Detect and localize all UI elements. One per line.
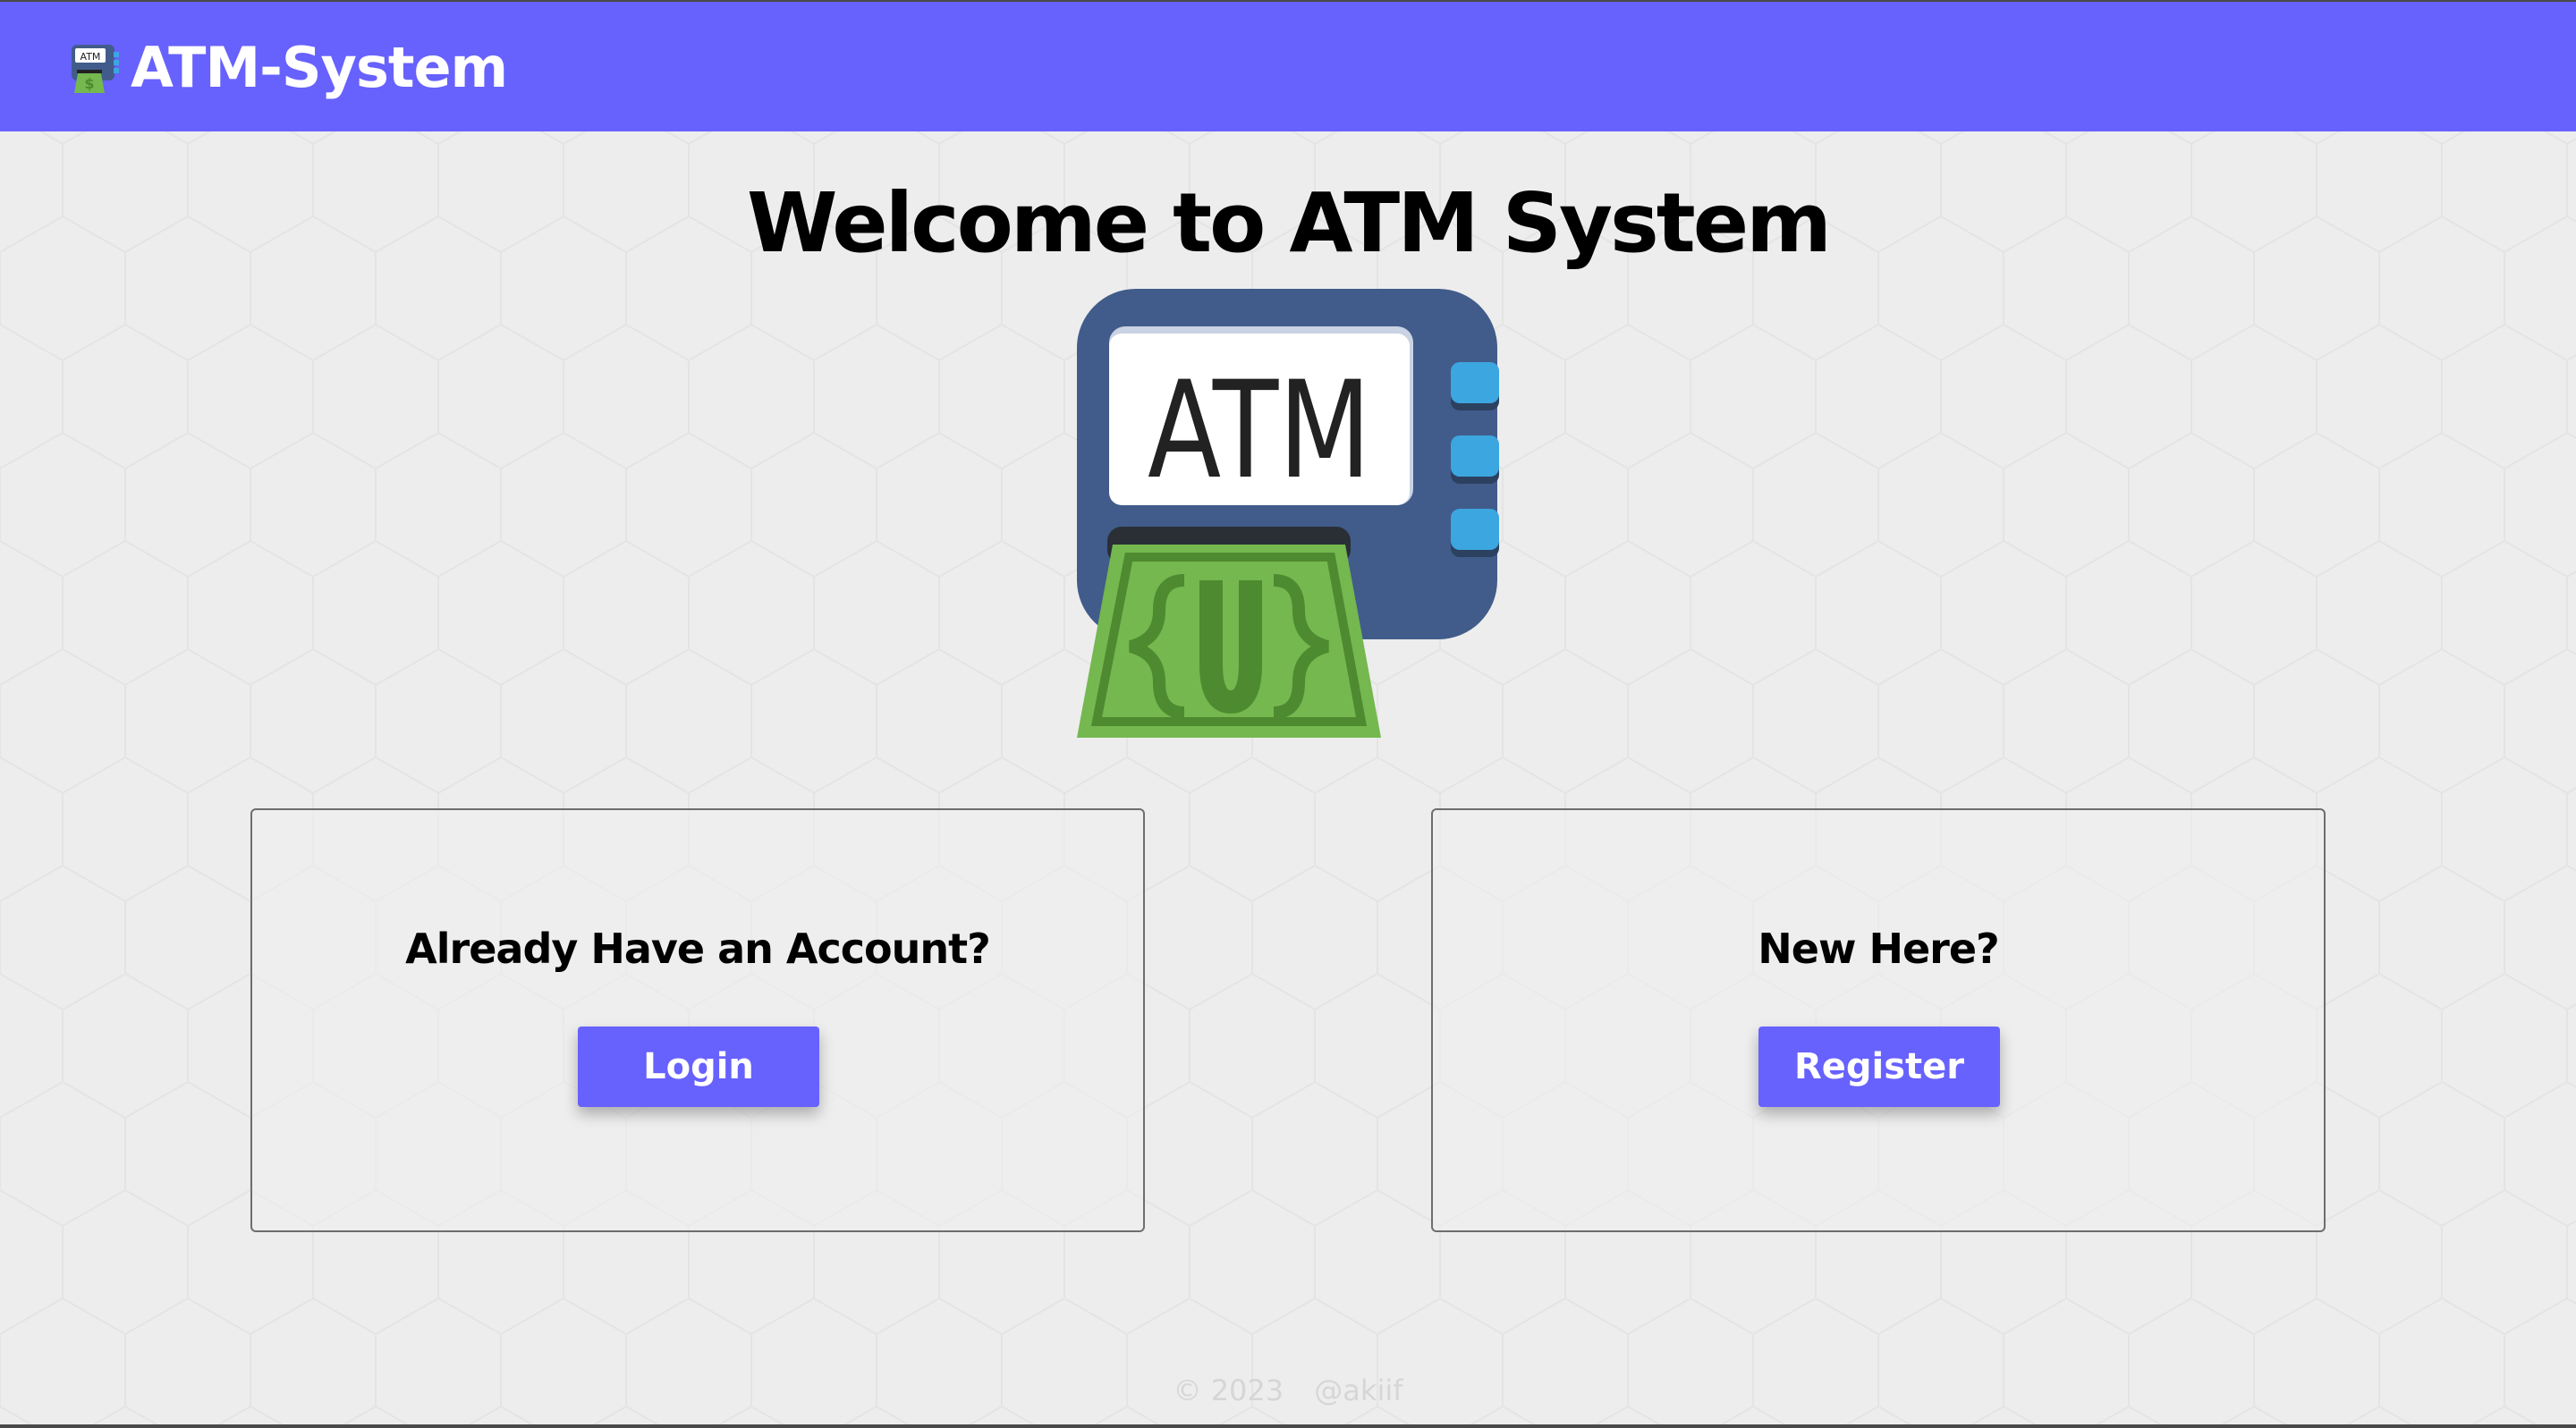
- navbar: ATM $ ATM-System: [0, 0, 2576, 131]
- welcome-heading: Welcome to ATM System: [747, 175, 1832, 271]
- atm-machine-icon: ATM: [1077, 289, 1499, 738]
- footer-copyright: © 2023: [1173, 1373, 1284, 1407]
- footer-handle-link[interactable]: @akiif: [1314, 1373, 1402, 1407]
- nav-icon-screen-text: ATM: [80, 51, 101, 63]
- register-button[interactable]: Register: [1758, 1027, 2000, 1107]
- footer: © 2023 @akiif: [0, 1368, 2576, 1413]
- brand-title[interactable]: ATM-System: [131, 32, 508, 104]
- atm-cash-icon[interactable]: ATM $: [70, 43, 122, 95]
- login-card-heading: Already Have an Account?: [405, 925, 991, 973]
- register-card: New Here? Register: [1431, 808, 2326, 1232]
- bottom-border: [0, 1424, 2576, 1428]
- login-button[interactable]: Login: [578, 1027, 819, 1107]
- atm-screen-text: ATM: [1148, 353, 1371, 509]
- svg-text:$: $: [84, 75, 94, 92]
- register-card-heading: New Here?: [1758, 925, 1999, 973]
- login-card: Already Have an Account? Login: [250, 808, 1145, 1232]
